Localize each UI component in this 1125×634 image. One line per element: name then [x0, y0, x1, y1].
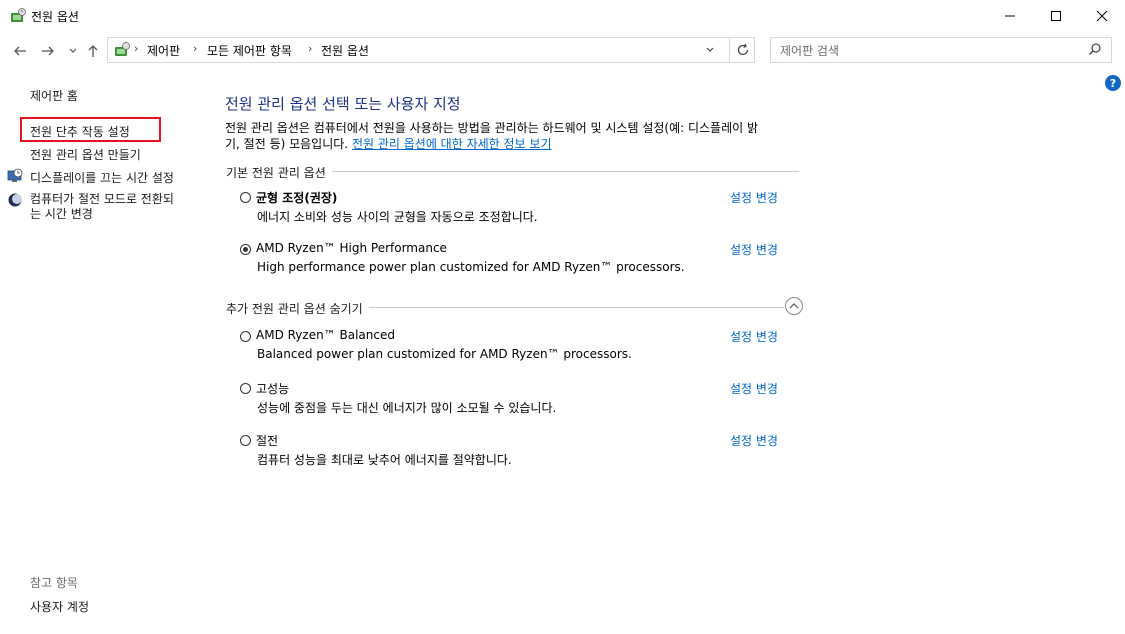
power-options-icon: [113, 41, 131, 59]
change-plan-settings-link-amd-balanced[interactable]: 설정 변경: [730, 328, 778, 345]
forward-button[interactable]: [38, 40, 58, 62]
back-arrow-icon: [14, 46, 26, 56]
maximize-button[interactable]: [1033, 0, 1079, 32]
sleep-moon-icon: [7, 192, 23, 208]
more-info-link[interactable]: 전원 관리 옵션에 대한 자세한 정보 보기: [352, 137, 552, 151]
sleep-time-link[interactable]: 컴퓨터가 절전 모드로 전환되 는 시간 변경: [30, 192, 174, 222]
up-arrow-icon: [88, 45, 98, 57]
plan-name-balanced[interactable]: 균형 조정(권장): [256, 189, 337, 206]
search-placeholder: 제어판 검색: [780, 44, 840, 58]
plan-radio-balanced[interactable]: [240, 192, 251, 203]
breadcrumb-separator-icon: ›: [134, 42, 139, 55]
back-button[interactable]: [10, 40, 30, 62]
title-bar: [0, 0, 1125, 32]
chevron-down-icon: [706, 47, 714, 52]
up-button[interactable]: [83, 40, 103, 62]
plan-radio-power-saver[interactable]: [240, 435, 251, 446]
forward-arrow-icon: [42, 46, 54, 56]
collapse-button[interactable]: [785, 297, 803, 315]
refresh-icon: [737, 43, 748, 56]
breadcrumb-all-items[interactable]: 모든 제어판 항목: [207, 42, 292, 59]
address-bar[interactable]: [107, 37, 755, 63]
sleep-time-link-line1: 컴퓨터가 절전 모드로 전환되: [30, 192, 174, 206]
chevron-up-icon: [789, 303, 799, 309]
plan-desc-amd-balanced: Balanced power plan customized for AMD R…: [257, 347, 632, 361]
additional-plans-toggle[interactable]: 추가 전원 관리 옵션 숨기기: [226, 300, 369, 317]
close-icon: [1096, 10, 1108, 22]
plan-desc-power-saver: 컴퓨터 성능을 최대로 낮추어 에너지를 절약합니다.: [257, 453, 512, 467]
plan-name-high-performance[interactable]: 고성능: [256, 380, 289, 397]
power-options-icon: [9, 7, 27, 25]
plan-name-amd-balanced[interactable]: AMD Ryzen™ Balanced: [256, 328, 395, 342]
plan-radio-amd-balanced[interactable]: [240, 331, 251, 342]
chevron-down-icon: [69, 48, 77, 53]
breadcrumb-separator-icon: ›: [193, 42, 198, 55]
change-plan-settings-link-balanced[interactable]: 설정 변경: [730, 189, 778, 206]
see-also-label: 참고 항목: [30, 576, 78, 590]
breadcrumb-power-options[interactable]: 전원 옵션: [321, 42, 369, 59]
close-button[interactable]: [1079, 0, 1125, 32]
preferred-plans-label: 기본 전원 관리 옵션: [226, 164, 332, 181]
refresh-button[interactable]: [729, 38, 755, 62]
search-icon[interactable]: [1088, 42, 1102, 59]
recent-locations-button[interactable]: [63, 40, 83, 62]
sleep-time-link-line2: 는 시간 변경: [30, 207, 93, 221]
plan-radio-high-performance[interactable]: [240, 383, 251, 394]
plan-desc-balanced: 에너지 소비와 성능 사이의 균형을 자동으로 조정합니다.: [257, 210, 538, 224]
display-clock-icon: [7, 168, 24, 184]
description-line2-container: 기, 절전 등) 모음입니다. 전원 관리 옵션에 대한 자세한 정보 보기: [225, 136, 805, 152]
plan-desc-amd-high-performance: High performance power plan customized f…: [257, 260, 685, 274]
window-title: 전원 옵션: [31, 10, 79, 24]
plan-name-power-saver[interactable]: 절전: [256, 432, 278, 449]
change-plan-settings-link-power-saver[interactable]: 설정 변경: [730, 432, 778, 449]
plan-name-amd-high-performance[interactable]: AMD Ryzen™ High Performance: [256, 241, 447, 255]
maximize-icon: [1051, 11, 1061, 21]
minimize-icon: [1005, 15, 1015, 17]
power-button-settings-link[interactable]: 전원 단추 작동 설정: [30, 123, 130, 140]
breadcrumb-control-panel[interactable]: 제어판: [147, 42, 180, 59]
change-plan-settings-link-amd-high-performance[interactable]: 설정 변경: [730, 241, 778, 258]
address-dropdown-button[interactable]: [696, 38, 724, 62]
breadcrumb-separator-icon: ›: [308, 42, 313, 55]
change-plan-settings-link-high-performance[interactable]: 설정 변경: [730, 380, 778, 397]
description-line2: 기, 절전 등) 모음입니다.: [225, 137, 349, 151]
plan-desc-high-performance: 성능에 중점을 두는 대신 에너지가 많이 소모될 수 있습니다.: [257, 401, 557, 415]
control-panel-home-link[interactable]: 제어판 홈: [30, 87, 78, 104]
help-icon[interactable]: ?: [1105, 75, 1121, 91]
create-power-plan-link[interactable]: 전원 관리 옵션 만들기: [30, 146, 141, 163]
minimize-button[interactable]: [987, 0, 1033, 32]
page-title: 전원 관리 옵션 선택 또는 사용자 지정: [225, 95, 461, 113]
display-off-time-link[interactable]: 디스플레이를 끄는 시간 설정: [30, 169, 174, 186]
user-accounts-link[interactable]: 사용자 계정: [30, 598, 89, 615]
description-line1: 전원 관리 옵션은 컴퓨터에서 전원을 사용하는 방법을 관리하는 하드웨어 및…: [225, 121, 759, 135]
page-description: 전원 관리 옵션은 컴퓨터에서 전원을 사용하는 방법을 관리하는 하드웨어 및…: [225, 120, 805, 152]
plan-radio-amd-high-performance[interactable]: [240, 244, 251, 255]
